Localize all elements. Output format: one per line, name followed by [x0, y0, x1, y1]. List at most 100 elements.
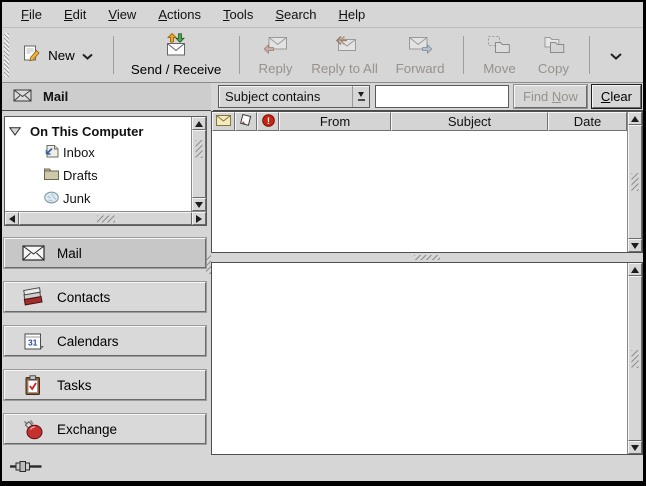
- toolbar-separator: [113, 36, 114, 74]
- switcher-tasks-button[interactable]: Tasks: [4, 370, 206, 400]
- contacts-icon: [21, 287, 45, 307]
- move-button: Move: [472, 31, 526, 80]
- scroll-left-button[interactable]: [5, 212, 19, 225]
- menu-tools[interactable]: Tools: [212, 4, 264, 25]
- switcher-label: Exchange: [57, 422, 117, 437]
- tree-item-label: Junk: [63, 191, 90, 206]
- column-followup-flag[interactable]: [235, 112, 257, 131]
- column-importance[interactable]: !: [257, 112, 279, 131]
- forward-icon: [408, 35, 433, 58]
- tree-horizontal-scrollbar[interactable]: [5, 211, 206, 225]
- switcher-label: Mail: [57, 246, 82, 261]
- menu-view[interactable]: View: [97, 4, 147, 25]
- scroll-right-button[interactable]: [192, 212, 206, 225]
- importance-icon: !: [262, 114, 275, 130]
- folder-icon: [43, 167, 60, 184]
- send-receive-button[interactable]: Send / Receive: [123, 29, 230, 81]
- switcher-contacts-button[interactable]: Contacts: [4, 282, 206, 312]
- scrollbar-thumb[interactable]: [628, 276, 642, 441]
- tree-item-drafts[interactable]: Drafts: [9, 164, 189, 187]
- chevron-down-icon: [610, 48, 622, 63]
- forward-label: Forward: [396, 61, 445, 76]
- copy-label: Copy: [538, 61, 569, 76]
- column-label: Subject: [448, 114, 491, 129]
- exchange-icon: [21, 419, 45, 440]
- scroll-down-button[interactable]: [628, 441, 642, 454]
- scrollbar-thumb[interactable]: [192, 130, 206, 198]
- scroll-up-button[interactable]: [192, 117, 206, 130]
- dropdown-arrow-icon: [352, 86, 369, 107]
- message-list-pane: ! From Subject Date: [211, 111, 643, 253]
- junk-icon: [43, 190, 60, 207]
- move-folder-icon: [487, 35, 511, 58]
- mail-icon: [21, 245, 45, 261]
- menu-help[interactable]: Help: [328, 4, 377, 25]
- scroll-down-button[interactable]: [192, 198, 206, 211]
- connector-icon[interactable]: [9, 460, 43, 476]
- calendar-icon: 31: [21, 332, 45, 351]
- clear-button[interactable]: Clear: [592, 85, 641, 108]
- tree-item-junk[interactable]: Junk: [9, 187, 189, 210]
- switcher-label: Contacts: [57, 290, 110, 305]
- toolbar-separator: [463, 36, 464, 74]
- scroll-up-button[interactable]: [628, 112, 642, 125]
- toolbar-separator: [589, 36, 590, 74]
- new-button[interactable]: New: [15, 38, 104, 72]
- svg-text:31: 31: [27, 337, 37, 347]
- reply-to-all-label: Reply to All: [311, 61, 378, 76]
- column-subject[interactable]: Subject: [391, 112, 548, 131]
- reply-label: Reply: [258, 61, 292, 76]
- toolbar-separator: [239, 36, 240, 74]
- scrollbar-thumb[interactable]: [628, 125, 642, 239]
- preview-scrollbar[interactable]: [627, 263, 642, 454]
- column-label: Date: [574, 114, 601, 129]
- pane-splitter[interactable]: [211, 253, 643, 262]
- expander-open-icon[interactable]: [9, 124, 21, 139]
- svg-text:!: !: [266, 116, 269, 127]
- search-input[interactable]: [375, 85, 509, 108]
- switcher-calendars-button[interactable]: 31 Calendars: [4, 326, 206, 356]
- column-date[interactable]: Date: [548, 112, 627, 131]
- splitter-grip[interactable]: [414, 255, 440, 260]
- menu-actions[interactable]: Actions: [147, 4, 212, 25]
- mail-icon: [13, 89, 32, 105]
- toolbar-grip[interactable]: [4, 33, 9, 77]
- folder-header: Mail: [2, 83, 211, 111]
- tree-item-inbox[interactable]: Inbox: [9, 141, 189, 164]
- compose-icon: [23, 45, 41, 65]
- menu-search[interactable]: Search: [264, 4, 327, 25]
- scroll-up-button[interactable]: [628, 263, 642, 276]
- message-list-header: ! From Subject Date: [212, 112, 627, 131]
- find-now-button: Find Now: [514, 85, 587, 108]
- tree-vertical-scrollbar[interactable]: [191, 117, 206, 211]
- message-list-scrollbar[interactable]: [627, 112, 642, 252]
- folder-tree-content: On This Computer Inbox: [5, 117, 191, 211]
- search-filter-value: Subject contains: [219, 89, 352, 104]
- reply-icon: [263, 35, 288, 58]
- message-status-icon: [216, 114, 231, 129]
- search-filter-dropdown[interactable]: Subject contains: [218, 85, 370, 108]
- column-from[interactable]: From: [279, 112, 391, 131]
- toolbar-overflow-button[interactable]: [599, 41, 633, 70]
- tree-item-label: Drafts: [63, 168, 98, 183]
- search-bar: Subject contains Find Now Clear: [213, 83, 643, 111]
- scrollbar-thumb[interactable]: [19, 212, 192, 225]
- folder-tree: On This Computer Inbox: [4, 116, 207, 226]
- reply-button: Reply: [248, 31, 302, 80]
- column-label: From: [320, 114, 350, 129]
- tree-root-on-this-computer[interactable]: On This Computer: [9, 121, 189, 141]
- menu-edit[interactable]: Edit: [53, 4, 97, 25]
- switcher-exchange-button[interactable]: Exchange: [4, 414, 206, 444]
- preview-pane: [211, 262, 643, 455]
- menubar: File Edit View Actions Tools Search Help: [2, 2, 643, 28]
- tree-item-label: Inbox: [63, 145, 95, 160]
- reply-to-all-button: Reply to All: [302, 31, 386, 80]
- menu-file[interactable]: File: [10, 4, 53, 25]
- scroll-down-button[interactable]: [628, 239, 642, 252]
- column-message-status[interactable]: [212, 112, 235, 131]
- copy-button: Copy: [526, 31, 580, 80]
- switcher-label: Calendars: [57, 334, 119, 349]
- followup-flag-icon: [239, 114, 253, 130]
- switcher-mail-button[interactable]: Mail: [4, 238, 206, 268]
- switcher-label: Tasks: [57, 378, 92, 393]
